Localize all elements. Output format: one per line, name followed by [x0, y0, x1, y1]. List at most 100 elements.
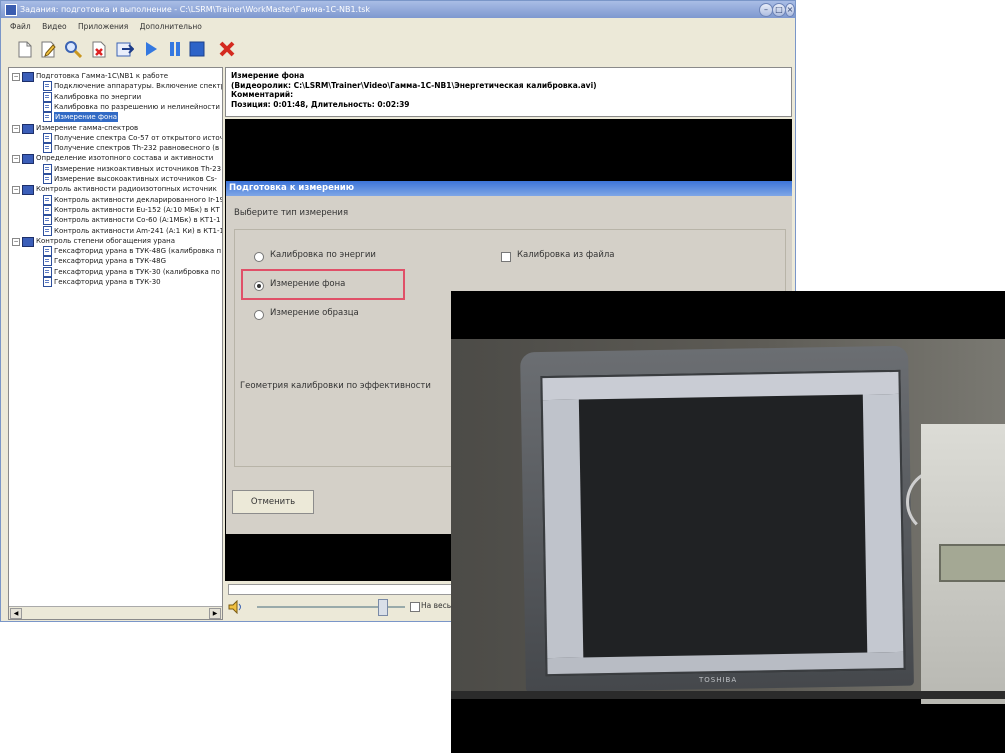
menu-video[interactable]: Видео: [42, 22, 66, 31]
tree-item-label: Контроль активности Eu-152 (A:10 МБк) в …: [54, 205, 220, 214]
menu-file[interactable]: Файл: [10, 22, 31, 31]
fullscreen-checkbox[interactable]: [410, 602, 420, 612]
document-icon: [43, 91, 52, 102]
tree-item-label: Измерение высокоактивных источников Cs-: [54, 175, 217, 183]
fullscreen-label: На весь: [421, 601, 452, 610]
tree-item[interactable]: Гексафторид урана в ТУК-30 (калибровка п…: [9, 266, 222, 277]
tree-item[interactable]: Контроль активности Co-60 (A:1МБк) в КТ1…: [9, 215, 222, 226]
radio-sample-measurement-label: Измерение образца: [270, 308, 359, 318]
tree-item[interactable]: Калибровка по разрешению и нелинейности: [9, 101, 222, 112]
device-display: [939, 544, 1005, 582]
play-icon[interactable]: [141, 39, 161, 59]
collapse-icon[interactable]: −: [12, 237, 20, 246]
laptop-screen: [540, 369, 906, 677]
tree-group[interactable]: − Измерение гамма-спектров: [9, 123, 222, 134]
horizontal-scrollbar[interactable]: ◀ ▶: [9, 606, 222, 619]
tree-item-label: Контроль активности Am-241 (A:1 Ки) в КТ…: [54, 226, 223, 235]
tree-item[interactable]: Гексафторид урана в ТУК-48G (калибровка …: [9, 246, 222, 257]
tree-item-label: Измерение фона: [54, 112, 119, 123]
task-info-panel: Измерение фона (Видеоролик: C:\LSRM\Trai…: [225, 67, 792, 117]
tree-item-label: Измерение гамма-спектров: [36, 123, 139, 132]
edit-icon[interactable]: [39, 39, 59, 59]
tree-item[interactable]: Измерение низкоактивных источников Th-23: [9, 163, 222, 174]
document-icon: [43, 225, 52, 236]
tree-item[interactable]: Калибровка по энергии: [9, 91, 222, 102]
photo-scene: TOSHIBA: [451, 339, 1005, 704]
spectrometer-device: [921, 424, 1005, 704]
screen-toolbar: [542, 371, 899, 401]
table-edge: [451, 691, 1005, 699]
minimize-icon[interactable]: –: [759, 3, 773, 17]
document-icon: [43, 277, 52, 287]
search-icon[interactable]: [63, 39, 83, 59]
tree-item[interactable]: Гексафторид урана в ТУК-30: [9, 277, 222, 287]
menu-apps[interactable]: Приложения: [78, 22, 128, 31]
tree-item[interactable]: Контроль активности Am-241 (A:1 Ки) в КТ…: [9, 225, 223, 236]
checkbox-calibration-file[interactable]: [501, 252, 511, 262]
export-icon[interactable]: [115, 39, 135, 59]
tree-item[interactable]: Измерение фона: [9, 112, 222, 123]
tree-group[interactable]: − Определение изотопного состава и активн…: [9, 153, 222, 165]
tree-item[interactable]: Гексафторид урана в ТУК-48G: [9, 256, 222, 267]
new-icon[interactable]: [15, 39, 35, 59]
radio-background-measurement[interactable]: [254, 281, 264, 291]
document-icon: [43, 143, 52, 154]
tree-item-label: Подключение аппаратуры. Включение спектр: [54, 82, 223, 91]
tree-item-label: Гексафторид урана в ТУК-30: [54, 278, 161, 286]
document-icon: [43, 266, 52, 277]
laptop-brand: TOSHIBA: [699, 676, 738, 684]
menu-bar: Файл Видео Приложения Дополнительно: [1, 20, 795, 34]
laptop-photo: TOSHIBA: [451, 291, 1005, 753]
task-info-title: Измерение фона: [231, 71, 305, 80]
dialog-title: Подготовка к измерению: [226, 181, 792, 196]
tree-group[interactable]: − Контроль степени обогащения урана: [9, 236, 222, 247]
title-bar: Задания: подготовка и выполнение - C:\LS…: [1, 1, 795, 18]
tree-item-label: Определение изотопного состава и активно…: [36, 154, 214, 163]
tree-group[interactable]: − Подготовка Гамма-1С\NB1 к работе: [9, 71, 222, 82]
tree-item-label: Контроль активности радиоизотопных источ…: [36, 185, 217, 194]
scroll-left-icon[interactable]: ◀: [10, 608, 22, 619]
tree-item[interactable]: Получение спектров Th-232 равновесного (…: [9, 143, 222, 154]
close-window-icon[interactable]: ×: [785, 3, 795, 17]
menu-extra[interactable]: Дополнительно: [140, 22, 202, 31]
tree-group[interactable]: − Контроль активности радиоизотопных исто…: [9, 184, 222, 196]
screen-left-panel: [542, 399, 584, 659]
tree-item[interactable]: Контроль активности Eu-152 (A:10 МБк) в …: [9, 204, 222, 215]
checkbox-calibration-file-label: Калибровка из файла: [517, 250, 615, 260]
close-icon[interactable]: [217, 39, 237, 59]
volume-slider-thumb[interactable]: [378, 599, 388, 616]
document-icon: [43, 215, 52, 226]
tree-item-label: Гексафторид урана в ТУК-48G: [54, 257, 167, 266]
tree-item[interactable]: Контроль активности декларированного Ir-…: [9, 194, 222, 205]
tree-item[interactable]: Получение спектра Co-57 от открытого ист…: [9, 132, 223, 143]
tree-item[interactable]: Измерение высокоактивных источников Cs-: [9, 174, 222, 184]
radio-energy-calibration[interactable]: [254, 252, 264, 262]
document-icon: [43, 81, 52, 92]
screen-right-panel: [862, 393, 904, 653]
tree-item-label: Получение спектра Co-57 от открытого ист…: [54, 133, 223, 142]
tree-item[interactable]: Подключение аппаратуры. Включение спектр: [9, 81, 223, 92]
volume-icon[interactable]: [228, 599, 244, 615]
pause-icon[interactable]: [165, 39, 185, 59]
delete-doc-icon[interactable]: [89, 39, 109, 59]
task-info-position: Позиция: 0:01:48, Длительность: 0:02:39: [231, 99, 410, 109]
scroll-right-icon[interactable]: ▶: [209, 608, 221, 619]
document-icon: [43, 101, 52, 112]
cancel-button[interactable]: Отменить: [232, 490, 314, 514]
screen-statusbar: [547, 651, 904, 675]
collapse-icon[interactable]: −: [12, 73, 20, 81]
app-icon: [5, 4, 17, 16]
maximize-icon[interactable]: □: [772, 3, 786, 17]
radio-energy-calibration-label: Калибровка по энергии: [270, 250, 376, 260]
tree-item-label: Гексафторид урана в ТУК-48G (калибровка …: [54, 247, 222, 256]
collapse-icon[interactable]: −: [12, 186, 20, 195]
tree-item-label: Подготовка Гамма-1С\NB1 к работе: [36, 72, 169, 80]
document-icon: [43, 132, 52, 143]
radio-background-measurement-label: Измерение фона: [270, 279, 346, 289]
task-tree[interactable]: − Подготовка Гамма-1С\NB1 к работе Подключ…: [8, 67, 223, 620]
collapse-icon[interactable]: −: [12, 155, 20, 164]
collapse-icon[interactable]: −: [12, 124, 20, 133]
radio-sample-measurement[interactable]: [254, 310, 264, 320]
stop-icon[interactable]: [187, 39, 207, 59]
task-info-video: (Видеоролик: C:\LSRM\Trainer\Video\Гамма…: [231, 80, 597, 90]
